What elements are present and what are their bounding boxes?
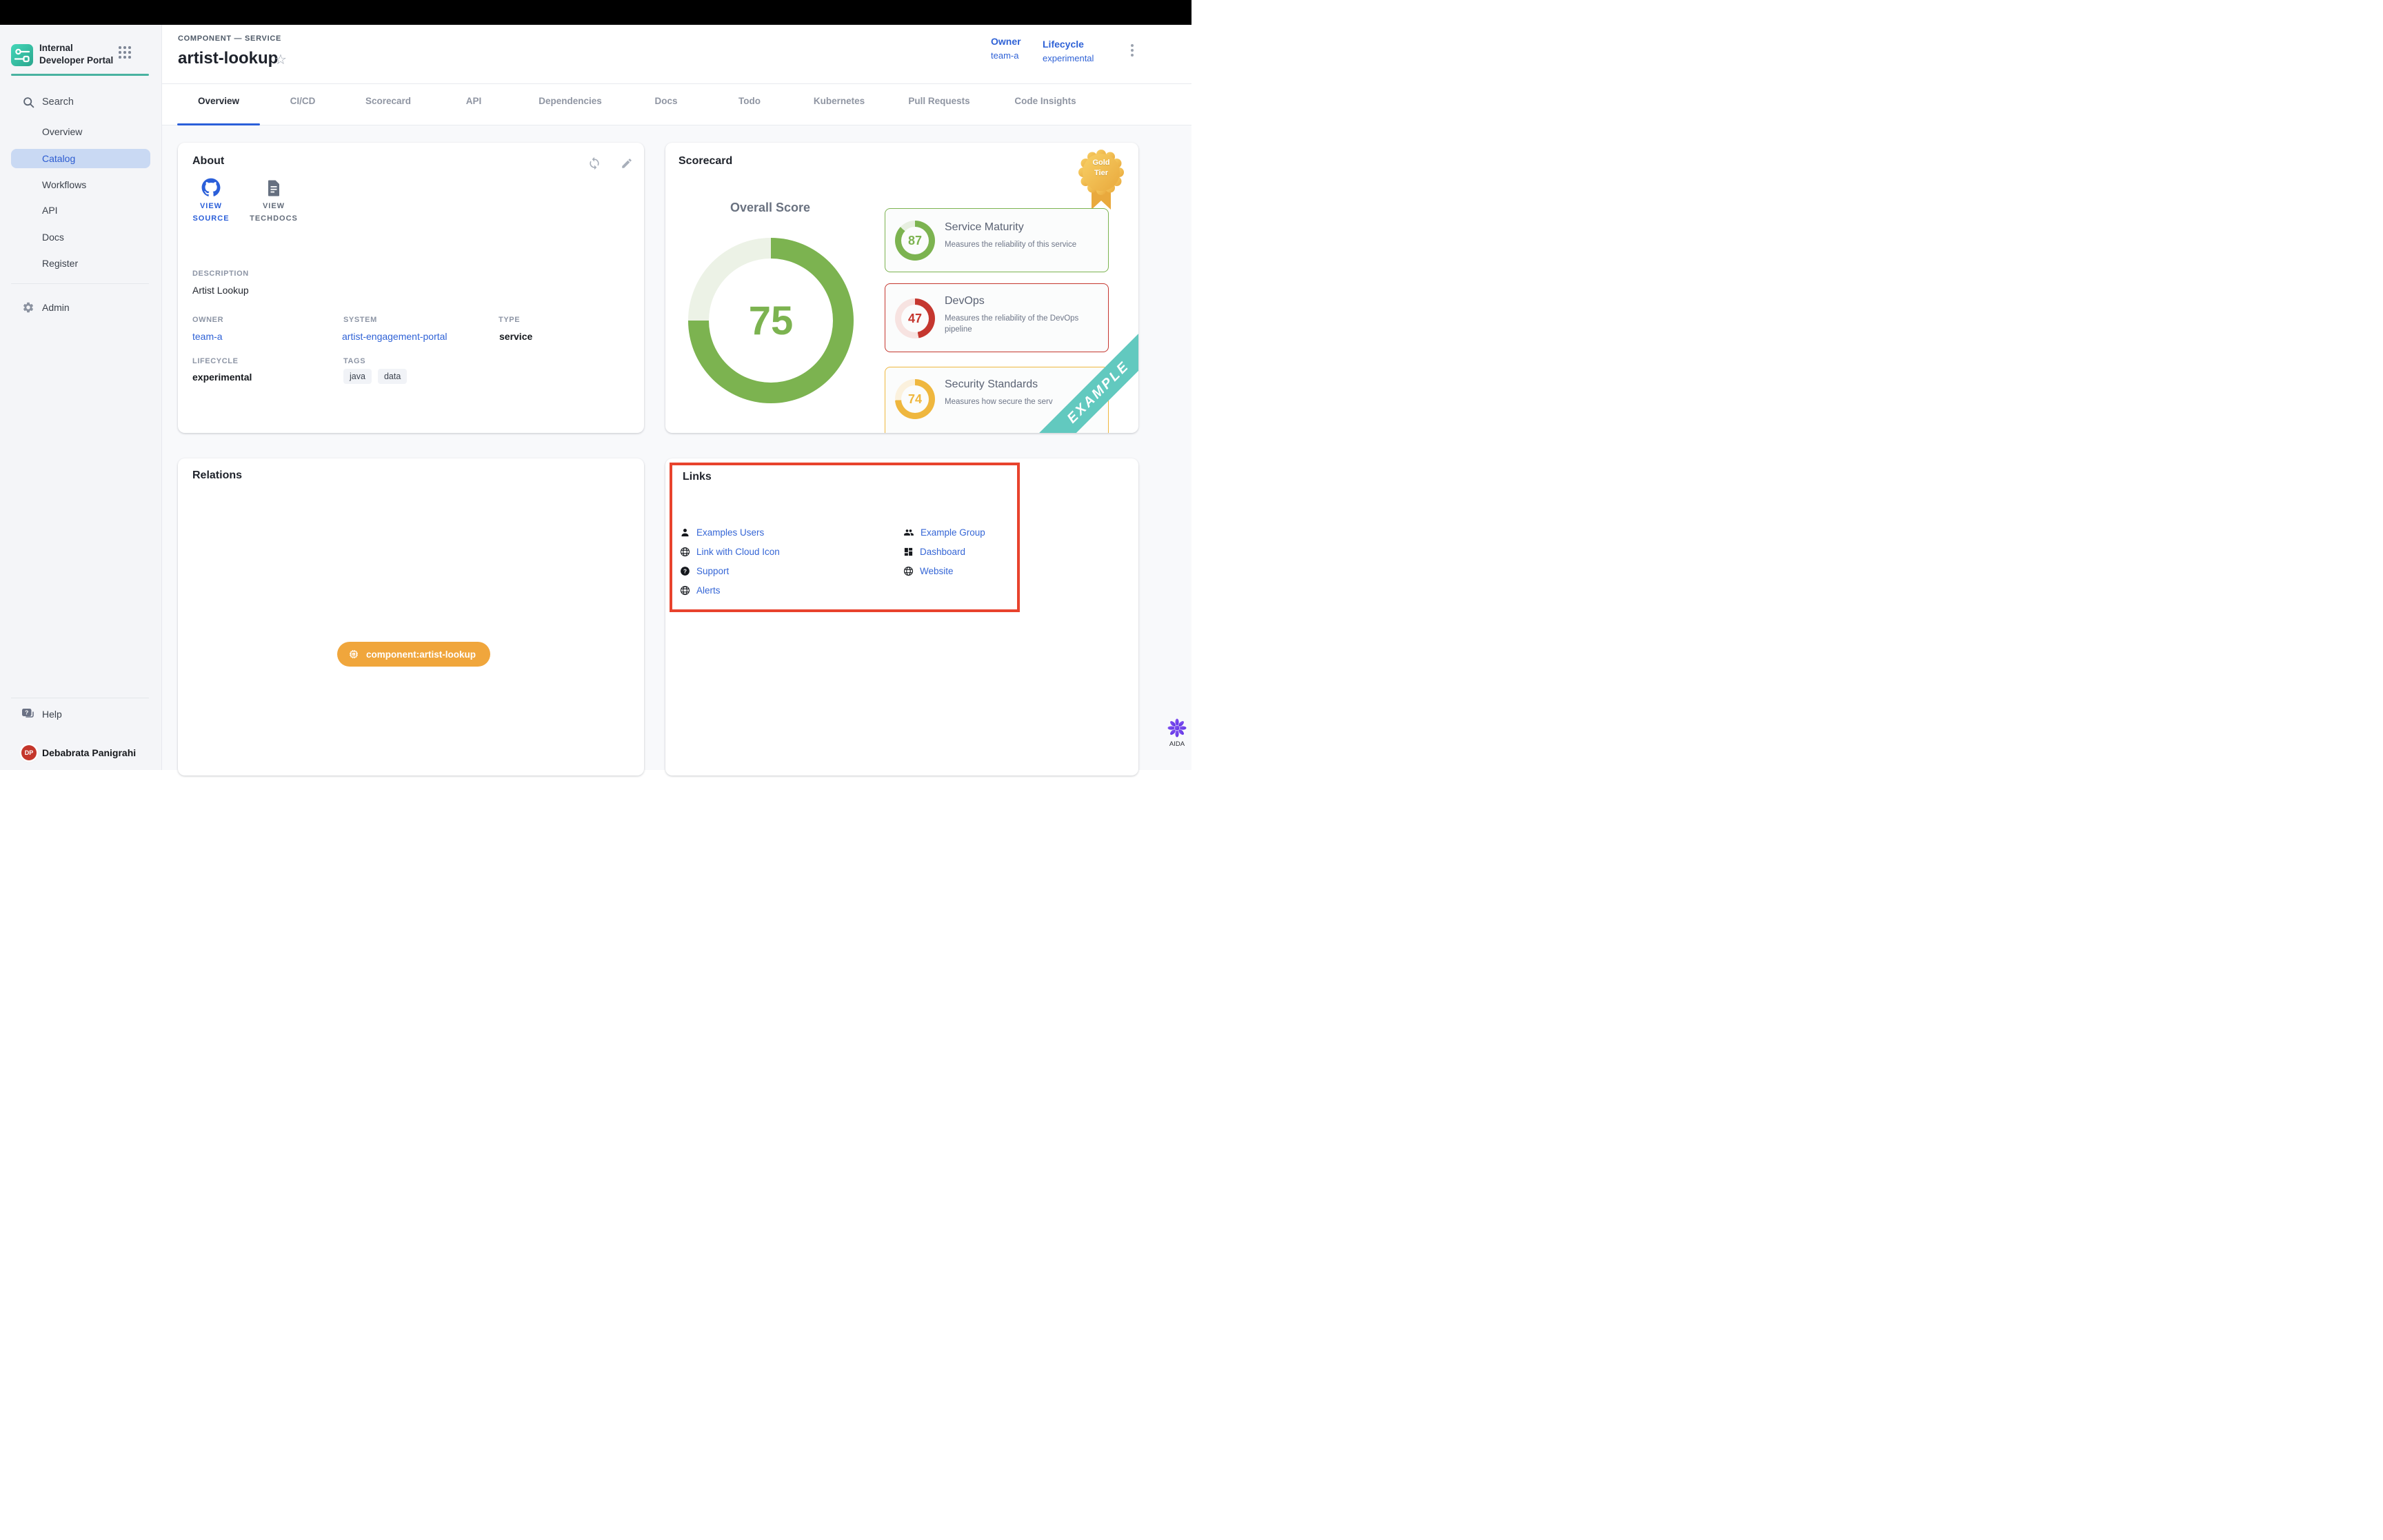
overall-score-label: Overall Score xyxy=(701,201,839,215)
lifecycle-field-value: experimental xyxy=(192,372,252,383)
help-chat-icon: ? xyxy=(21,708,35,720)
github-icon xyxy=(201,178,221,197)
sidebar-search[interactable]: Search xyxy=(42,97,74,108)
tab-scorecard[interactable]: Scorecard xyxy=(365,96,411,106)
sidebar-item-api[interactable]: API xyxy=(42,205,58,216)
security-standards-score: 74 xyxy=(901,385,929,413)
tier-description: Measures the reliability of the DevOps p… xyxy=(945,313,1079,335)
tag-chip[interactable]: java xyxy=(343,369,372,384)
sidebar-divider xyxy=(11,283,149,284)
devops-score: 47 xyxy=(901,305,929,332)
sidebar-item-docs[interactable]: Docs xyxy=(42,232,64,243)
tab-overview[interactable]: Overview xyxy=(198,96,239,106)
active-tab-underline xyxy=(177,123,260,125)
tab-dependencies[interactable]: Dependencies xyxy=(539,96,602,106)
sidebar-item-register[interactable]: Register xyxy=(42,258,78,269)
search-icon xyxy=(23,97,34,108)
tier-title: Security Standards xyxy=(945,378,1038,391)
view-source-line2: SOURCE xyxy=(190,214,232,223)
service-maturity-score: 87 xyxy=(901,227,929,254)
tab-kubernetes[interactable]: Kubernetes xyxy=(814,96,865,106)
owner-field-value[interactable]: team-a xyxy=(192,331,223,342)
sidebar-item-overview[interactable]: Overview xyxy=(42,126,82,137)
circuit-logo-icon xyxy=(11,44,33,66)
kebab-menu-icon[interactable] xyxy=(1128,41,1136,59)
relations-node[interactable]: component:artist-lookup xyxy=(337,642,490,667)
document-icon xyxy=(265,179,282,197)
owner-label: Owner xyxy=(991,36,1021,47)
view-source-line1: VIEW xyxy=(190,202,232,210)
view-techdocs-line2: TECHDOCS xyxy=(245,214,303,223)
tags-field-label: TAGS xyxy=(343,357,365,365)
tier-description: Measures the reliability of this service xyxy=(945,239,1102,250)
tab-todo[interactable]: Todo xyxy=(738,96,761,106)
scorecard-title: Scorecard xyxy=(678,155,732,168)
aida-label: AIDA xyxy=(1165,740,1189,748)
tab-docs[interactable]: Docs xyxy=(654,96,677,106)
about-title: About xyxy=(192,155,224,168)
relations-node-label: component:artist-lookup xyxy=(366,649,476,660)
sidebar-item-workflows[interactable]: Workflows xyxy=(42,179,86,190)
description-label: DESCRIPTION xyxy=(192,270,249,278)
top-black-bar xyxy=(0,0,1192,25)
avatar-initials: DP xyxy=(25,749,34,756)
app-title: Internal Developer Portal xyxy=(39,42,118,67)
overall-score-value: 75 xyxy=(709,259,833,383)
tab-code-insights[interactable]: Code Insights xyxy=(1014,96,1076,106)
user-name[interactable]: Debabrata Panigrahi xyxy=(42,747,136,758)
tab-pull-requests[interactable]: Pull Requests xyxy=(908,96,969,106)
tag-chip[interactable]: data xyxy=(378,369,407,384)
refresh-icon[interactable] xyxy=(587,156,601,170)
badge-line2: Tier xyxy=(1079,168,1123,179)
sidebar-item-admin[interactable]: Admin xyxy=(42,302,70,313)
sidebar-accent-rule xyxy=(11,74,149,76)
sidebar-selected-pill[interactable] xyxy=(11,149,150,168)
owner-block: Owner team-a xyxy=(991,36,1021,62)
lifecycle-field-label: LIFECYCLE xyxy=(192,357,239,365)
breadcrumb: COMPONENT — SERVICE xyxy=(178,34,281,43)
user-avatar[interactable]: DP xyxy=(21,745,37,760)
tier-title: Service Maturity xyxy=(945,221,1024,234)
gear-icon xyxy=(22,301,34,314)
badge-line1: Gold xyxy=(1079,158,1123,168)
system-field-label: SYSTEM xyxy=(343,316,377,324)
lifecycle-block: Lifecycle experimental xyxy=(1043,39,1094,65)
gold-tier-badge: Gold Tier xyxy=(1076,148,1126,212)
tier-card-service-maturity[interactable]: 87 Service Maturity Measures the reliabi… xyxy=(885,208,1109,272)
entity-header xyxy=(162,25,1192,84)
chip-icon xyxy=(348,649,359,660)
description-value: Artist Lookup xyxy=(192,285,249,296)
svg-text:?: ? xyxy=(25,709,28,716)
tags-list: java data xyxy=(343,369,407,384)
tab-cicd[interactable]: CI/CD xyxy=(290,96,316,106)
view-source-button[interactable]: VIEW SOURCE xyxy=(190,178,232,223)
tab-api[interactable]: API xyxy=(466,96,482,106)
owner-value-link[interactable]: team-a xyxy=(991,50,1018,61)
aida-widget[interactable]: AIDA xyxy=(1165,718,1189,748)
links-highlight-box xyxy=(670,463,1020,612)
owner-field-label: OWNER xyxy=(192,316,223,324)
edit-pencil-icon[interactable] xyxy=(621,157,633,170)
sidebar-item-catalog[interactable]: Catalog xyxy=(42,153,75,164)
sidebar-item-help[interactable]: Help xyxy=(42,709,62,720)
type-field-value: service xyxy=(499,331,532,342)
type-field-label: TYPE xyxy=(499,316,520,324)
star-outline-icon[interactable]: ☆ xyxy=(274,51,287,68)
relations-title: Relations xyxy=(192,469,242,482)
flower-icon xyxy=(1167,718,1187,738)
lifecycle-value-link[interactable]: experimental xyxy=(1043,53,1094,63)
tier-title: DevOps xyxy=(945,295,985,307)
relations-card: Relations component:artist-lookup xyxy=(178,458,644,776)
tier-card-devops[interactable]: 47 DevOps Measures the reliability of th… xyxy=(885,283,1109,352)
scorecard-card: Scorecard Gold Tier Overall Score xyxy=(665,143,1138,433)
system-field-value[interactable]: artist-engagement-portal xyxy=(342,331,448,342)
page-title: artist-lookup xyxy=(178,49,278,68)
view-techdocs-button[interactable]: VIEW TECHDOCS xyxy=(245,179,303,223)
apps-grid-icon[interactable] xyxy=(119,46,131,59)
app-logo xyxy=(11,44,33,66)
lifecycle-label: Lifecycle xyxy=(1043,39,1094,50)
view-techdocs-line1: VIEW xyxy=(245,202,303,210)
about-card: About VIEW SOURCE VIEW TECHDOCS DESCRIPT… xyxy=(178,143,644,433)
